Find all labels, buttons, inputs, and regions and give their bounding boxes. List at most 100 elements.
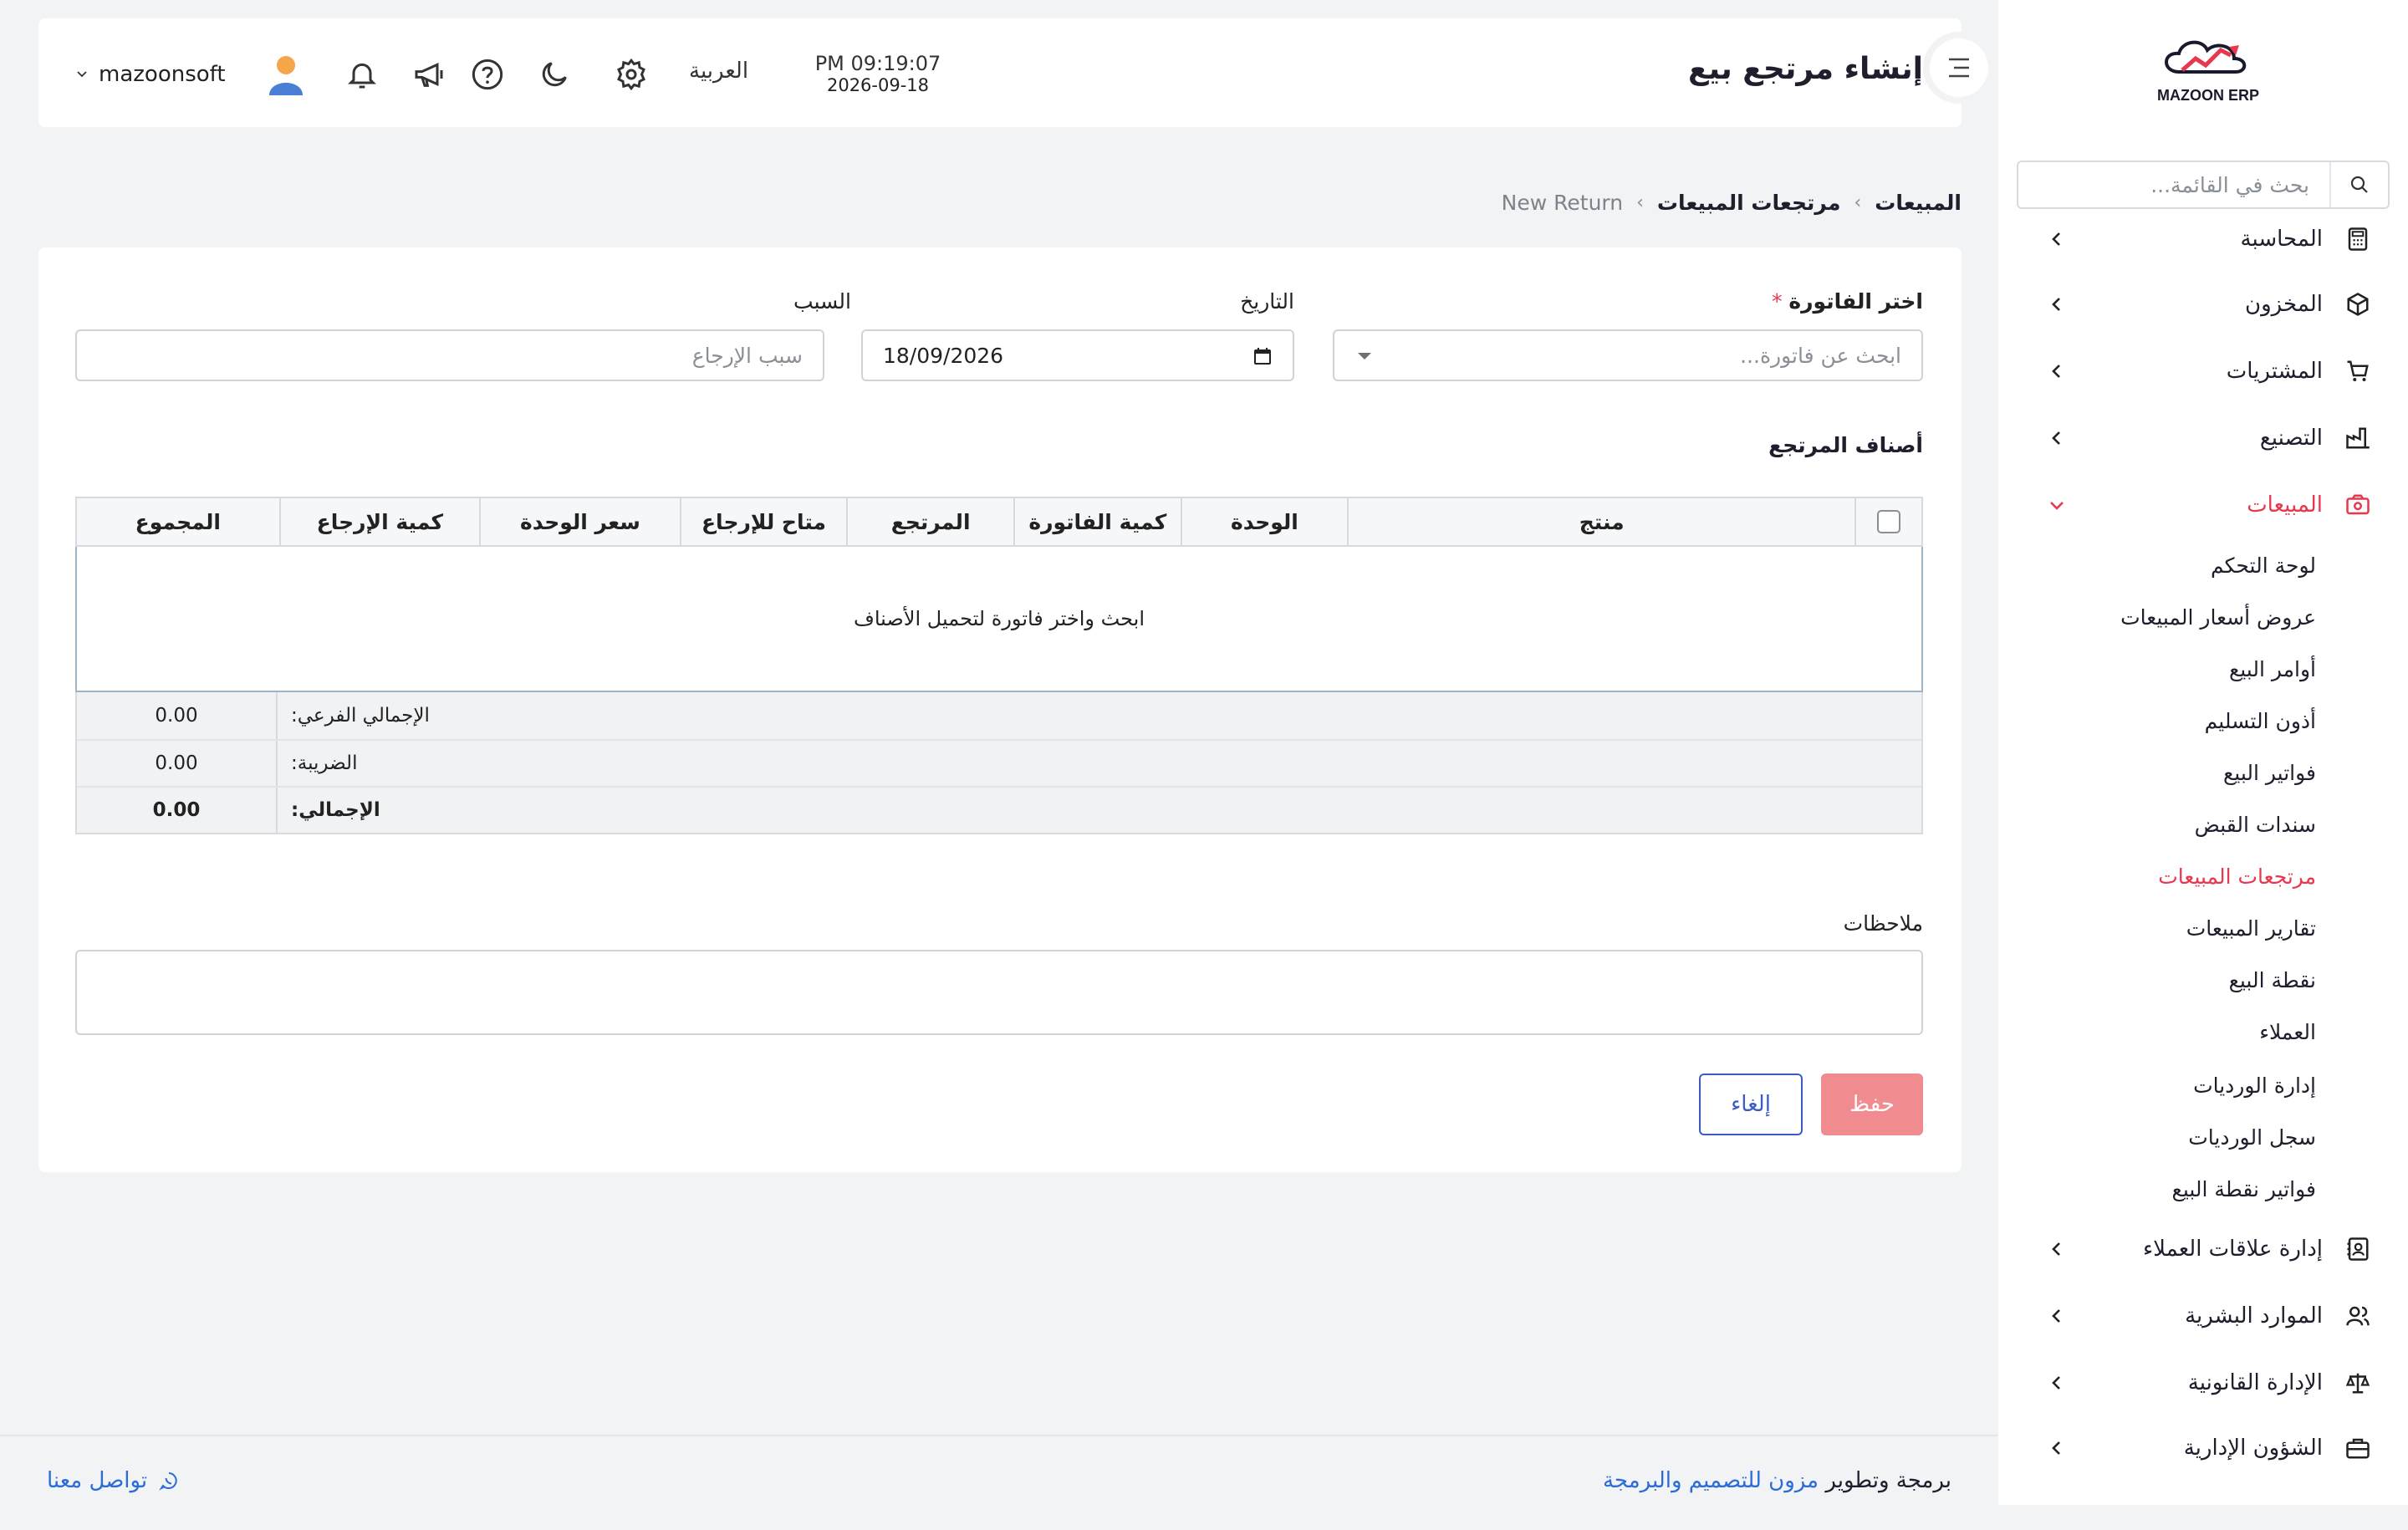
- breadcrumb-item-current: New Return: [1501, 191, 1624, 215]
- sidebar-subitem-pos-invoices[interactable]: فواتير نقطة البيع: [1998, 1169, 2316, 1211]
- sidebar-subitem-dashboard[interactable]: لوحة التحكم: [1998, 545, 2316, 587]
- sidebar-item-label: الإدارة القانونية: [2187, 1370, 2323, 1395]
- notes-textarea[interactable]: [77, 951, 1921, 1033]
- sidebar-item-label: الموارد البشرية: [2185, 1303, 2323, 1329]
- cancel-button[interactable]: إلغاء: [1699, 1074, 1803, 1135]
- table-empty-state: ابحث واختر فاتورة لتحميل الأصناف: [75, 547, 1923, 692]
- select-all-checkbox[interactable]: [1877, 510, 1901, 533]
- sidebar-subitem-shift-log[interactable]: سجل الورديات: [1998, 1117, 2316, 1159]
- save-button[interactable]: حفظ: [1821, 1074, 1923, 1135]
- reason-input[interactable]: [77, 331, 823, 380]
- sidebar-item-legal[interactable]: الإدارة القانونية: [1998, 1356, 2408, 1410]
- help-icon[interactable]: [468, 55, 507, 94]
- sidebar-item-label: الشؤون الإدارية: [2183, 1436, 2323, 1461]
- total-row: 0.00 الإجمالي:: [77, 786, 1921, 833]
- sidebar-item-admin-affairs[interactable]: الشؤون الإدارية: [1998, 1421, 2408, 1475]
- logo-text: MAZOON ERP: [2156, 87, 2259, 104]
- sidebar-search: [2017, 161, 2390, 209]
- contact-label: تواصل معنا: [47, 1468, 148, 1493]
- footer-company-link[interactable]: مزون للتصميم والبرمجة: [1603, 1468, 1819, 1493]
- logo-icon: [2165, 40, 2247, 74]
- notes-label: ملاحظات: [1843, 911, 1923, 936]
- date-field[interactable]: [861, 329, 1294, 381]
- calculator-icon: [2341, 222, 2375, 256]
- hamburger-icon: [1949, 58, 1969, 78]
- sidebar-item-label: المخزون: [2245, 292, 2323, 317]
- search-icon[interactable]: [2329, 162, 2388, 207]
- chevron-left-icon: [2052, 1242, 2060, 1256]
- invoice-select[interactable]: [1333, 329, 1923, 381]
- tax-row: 0.00 الضريبة:: [77, 739, 1921, 786]
- breadcrumb-item-sales-returns[interactable]: مرتجعات المبيعات: [1657, 191, 1841, 215]
- tax-value: 0.00: [77, 741, 278, 786]
- table-header: منتج الوحدة كمية الفاتورة المرتجع متاح ل…: [75, 497, 1923, 547]
- username: mazoonsoft: [99, 62, 226, 87]
- invoice-search-input[interactable]: [1334, 331, 1921, 380]
- return-form-card: اختر الفاتورة * التاريخ السبب أصناف المر…: [38, 247, 1962, 1172]
- breadcrumb-item-sales[interactable]: المبيعات: [1875, 191, 1962, 215]
- column-header: المرتجع: [846, 498, 1013, 545]
- column-header: متاح للإرجاع: [679, 498, 847, 545]
- calendar-icon[interactable]: [1252, 346, 1273, 366]
- sidebar-item-label: المشتريات: [2226, 359, 2323, 384]
- items-section-title: أصناف المرتجع: [1768, 433, 1923, 457]
- sidebar-item-accounting[interactable]: المحاسبة: [1998, 212, 2408, 266]
- menu-toggle-button[interactable]: [1923, 32, 1995, 104]
- chevron-left-icon: [2052, 1376, 2060, 1390]
- bell-icon[interactable]: [343, 55, 381, 94]
- briefcase-icon: [2341, 1431, 2375, 1465]
- users-icon: [2341, 1299, 2375, 1333]
- contact-link[interactable]: تواصل معنا: [47, 1468, 179, 1493]
- language-switch[interactable]: العربية: [689, 59, 748, 84]
- sidebar-item-hr[interactable]: الموارد البشرية: [1998, 1289, 2408, 1343]
- totals-block: 0.00 الإجمالي الفرعي: 0.00 الضريبة: 0.00…: [75, 692, 1923, 834]
- column-header: منتج: [1347, 498, 1854, 545]
- total-value: 0.00: [77, 788, 278, 833]
- date-input[interactable]: [863, 331, 1293, 380]
- sidebar-item-inventory[interactable]: المخزون: [1998, 278, 2408, 331]
- chevron-left-icon: [2052, 298, 2060, 311]
- notes-field[interactable]: [75, 950, 1923, 1035]
- scale-icon: [2341, 1366, 2375, 1400]
- dark-mode-icon[interactable]: [535, 55, 574, 94]
- sidebar-search-input[interactable]: [2018, 162, 2329, 207]
- sidebar-subitem-pos[interactable]: نقطة البيع: [1998, 960, 2316, 1002]
- sidebar-subitem-sales-reports[interactable]: تقارير المبيعات: [1998, 908, 2316, 950]
- chevron-left-icon: [2052, 1441, 2060, 1455]
- factory-icon: [2341, 421, 2375, 455]
- sidebar-item-label: التصنيع: [2259, 426, 2323, 451]
- sidebar-subitem-sales-invoices[interactable]: فواتير البيع: [1998, 752, 2316, 794]
- column-header: المجموع: [135, 509, 221, 534]
- reason-field[interactable]: [75, 329, 824, 381]
- megaphone-icon[interactable]: [410, 55, 448, 94]
- column-header: سعر الوحدة: [479, 498, 680, 545]
- logo[interactable]: MAZOON ERP: [2154, 33, 2263, 114]
- avatar: [268, 56, 303, 95]
- footer-prefix: برمجة وتطوير: [1825, 1468, 1951, 1493]
- sidebar: MAZOON ERP المحاسبة المخزون المشتريات ال…: [1998, 0, 2408, 1505]
- user-menu[interactable]: mazoonsoft: [75, 54, 304, 95]
- top-header: إنشاء مرتجع بيع PM 09:19:07 2026-09-18 ا…: [38, 18, 1962, 127]
- sidebar-item-purchases[interactable]: المشتريات: [1998, 344, 2408, 398]
- sidebar-item-label: المبيعات: [2247, 492, 2323, 518]
- sidebar-item-manufacturing[interactable]: التصنيع: [1998, 411, 2408, 465]
- subtotal-value: 0.00: [77, 692, 278, 739]
- sidebar-item-crm[interactable]: إدارة علاقات العملاء: [1998, 1222, 2408, 1276]
- invoice-label: اختر الفاتورة *: [1771, 289, 1923, 314]
- settings-icon[interactable]: [612, 55, 650, 94]
- cart-icon: [2341, 354, 2375, 388]
- sidebar-subitem-quotations[interactable]: عروض أسعار المبيعات: [1998, 597, 2316, 639]
- subtotal-label: الإجمالي الفرعي:: [291, 705, 430, 727]
- clock-date: 2026-09-18: [826, 75, 930, 95]
- sidebar-item-sales[interactable]: المبيعات: [1998, 478, 2408, 532]
- sidebar-subitem-receipts[interactable]: سندات القبض: [1998, 804, 2316, 846]
- sidebar-subitem-delivery-notes[interactable]: أذون التسليم: [1998, 701, 2316, 742]
- reason-label: السبب: [793, 289, 851, 314]
- whatsapp-icon: [159, 1472, 177, 1491]
- column-header: الوحدة: [1180, 498, 1348, 545]
- sidebar-subitem-sales-returns[interactable]: مرتجعات المبيعات: [1998, 856, 2316, 898]
- sidebar-subitem-shift-management[interactable]: إدارة الورديات: [1998, 1065, 2316, 1107]
- sidebar-subitem-sales-orders[interactable]: أوامر البيع: [1998, 649, 2316, 691]
- items-table: منتج الوحدة كمية الفاتورة المرتجع متاح ل…: [75, 497, 1923, 834]
- sidebar-subitem-customers[interactable]: العملاء: [1998, 1012, 2316, 1053]
